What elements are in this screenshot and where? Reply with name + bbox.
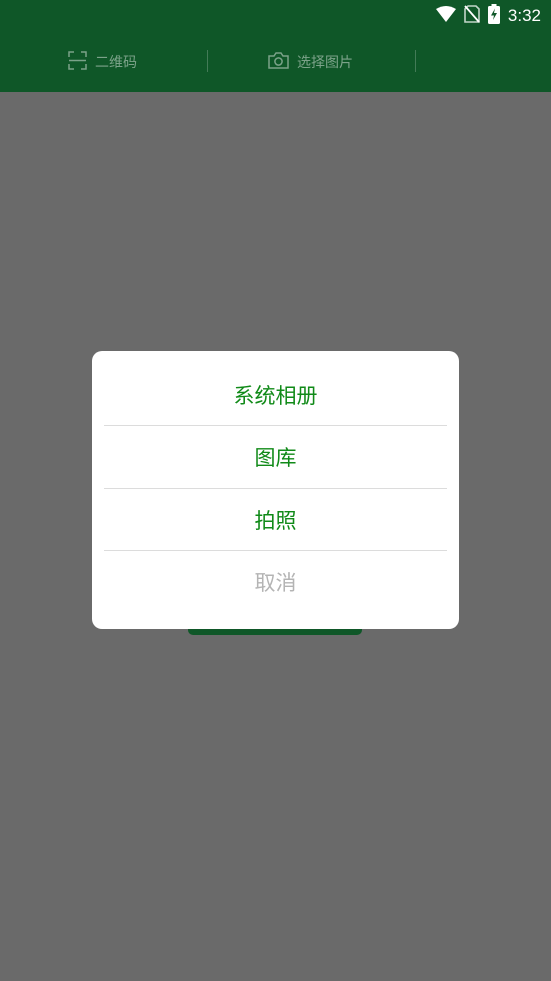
tab-qrcode-label: 二维码 xyxy=(95,55,137,71)
option-take-photo[interactable]: 拍照 xyxy=(104,489,447,551)
wifi-icon xyxy=(435,6,456,26)
tab-divider xyxy=(415,50,416,72)
toolbar: 二维码 选择图片 xyxy=(0,32,551,92)
status-bar: 3:32 xyxy=(0,0,551,32)
option-system-album[interactable]: 系统相册 xyxy=(104,364,447,426)
tab-qrcode[interactable]: 二维码 xyxy=(68,32,137,92)
tab-select-image-label: 选择图片 xyxy=(297,55,353,71)
status-icons: 3:32 xyxy=(435,0,541,32)
scan-frame-icon xyxy=(68,50,87,74)
tab-select-image[interactable]: 选择图片 xyxy=(268,32,353,92)
battery-charging-icon xyxy=(487,4,500,28)
option-gallery[interactable]: 图库 xyxy=(104,426,447,488)
status-time: 3:32 xyxy=(507,6,541,25)
photo-source-dialog: 系统相册 图库 拍照 取消 xyxy=(92,351,459,629)
cancel-button[interactable]: 取消 xyxy=(104,551,447,613)
camera-icon xyxy=(268,51,289,73)
no-sim-icon xyxy=(464,5,480,27)
tab-divider xyxy=(207,50,208,72)
